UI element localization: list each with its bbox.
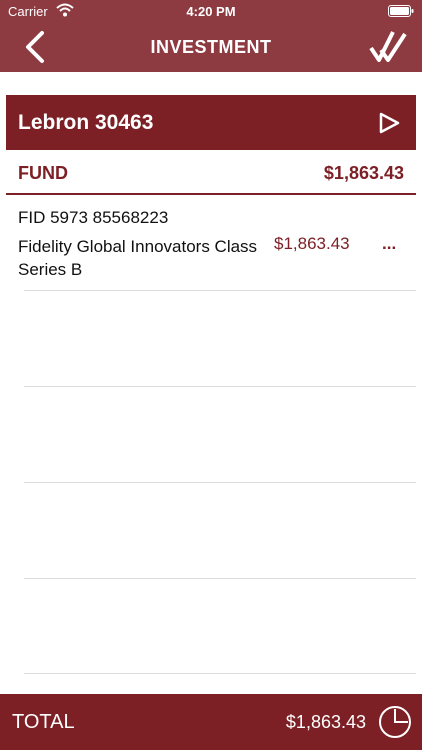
total-label: TOTAL xyxy=(12,711,75,733)
status-time: 4:20 PM xyxy=(186,4,236,19)
list-item[interactable]: FID 5973 85568223 Fidelity Global Innova… xyxy=(18,208,418,288)
status-bar: Carrier 4:20 PM xyxy=(0,0,422,22)
row-divider xyxy=(24,578,416,579)
play-outline-icon[interactable] xyxy=(378,112,400,134)
row-divider xyxy=(24,290,416,291)
holding-amount: $1,863.43 xyxy=(274,234,350,253)
more-options-button[interactable]: ... xyxy=(382,234,396,254)
account-header: Lebron 30463 xyxy=(6,95,416,150)
total-bar: TOTAL $1,863.43 xyxy=(0,694,422,750)
holding-name: Fidelity Global Innovators Class Series … xyxy=(18,237,258,279)
account-name: Lebron 30463 xyxy=(18,111,154,134)
double-check-icon[interactable] xyxy=(368,28,408,66)
fund-value: $1,863.43 xyxy=(323,163,404,183)
fund-label: FUND xyxy=(18,163,68,183)
nav-bar: INVESTMENT xyxy=(0,22,422,72)
holding-fid: FID 5973 85568223 xyxy=(18,208,169,227)
total-value: $1,863.43 xyxy=(285,712,366,732)
page-title: INVESTMENT xyxy=(150,37,272,57)
row-divider xyxy=(24,482,416,483)
pie-chart-icon[interactable] xyxy=(378,705,412,739)
fund-section-header: FUND $1,863.43 xyxy=(6,151,416,195)
battery-icon xyxy=(388,5,414,17)
row-divider xyxy=(24,386,416,387)
row-divider xyxy=(24,673,416,674)
